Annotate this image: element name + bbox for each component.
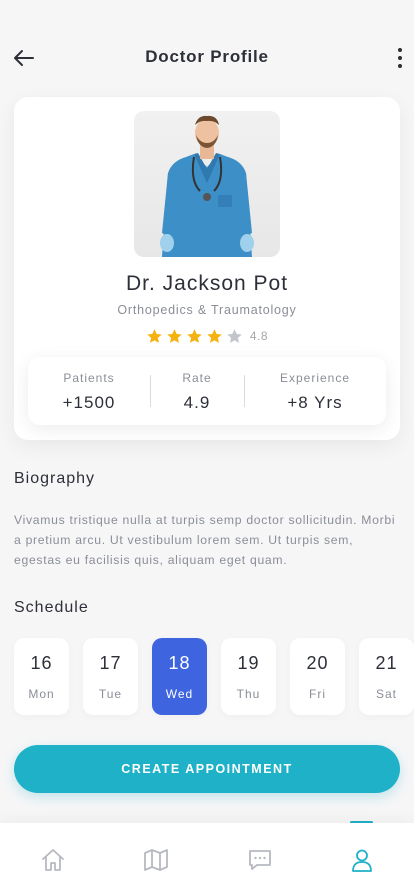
profile-card: Dr. Jackson Pot Orthopedics & Traumatolo… [14,97,400,440]
create-appointment-button[interactable]: CREATE APPOINTMENT [14,745,400,793]
day-name: Tue [98,687,123,701]
day-item[interactable]: 21 Sat [359,638,414,715]
star-filled-icon [167,328,182,343]
stat-value: +8 Yrs [287,393,343,412]
day-item[interactable]: 17 Tue [83,638,138,715]
schedule-title: Schedule [14,599,89,616]
stat-label: Rate [182,371,212,385]
rating-value: 4.8 [249,329,269,343]
stat-value: +1500 [62,393,116,412]
stat-label: Experience [279,371,351,385]
nav-messages[interactable] [208,823,312,896]
doctor-name: Dr. Jackson Pot [125,272,289,295]
doctor-specialty: Orthopedics & Traumatology [117,303,297,317]
star-filled-icon [147,328,162,343]
day-name: Thu [236,687,261,701]
schedule-days: 16 Mon 17 Tue 18 Wed 19 Thu 20 Fri 21 Sa… [14,638,414,715]
biography-text: Vivamus tristique nulla at turpis semp d… [14,513,396,567]
star-filled-icon [187,328,202,343]
home-icon [42,849,64,871]
day-number: 16 [30,653,53,673]
day-item[interactable]: 16 Mon [14,638,69,715]
nav-home[interactable] [1,823,105,896]
day-number: 19 [237,653,260,673]
day-item-selected[interactable]: 18 Wed [152,638,207,715]
day-number: 18 [168,653,191,673]
more-options-button[interactable] [392,44,408,72]
rating: 4.8 [14,327,400,345]
app-header: Doctor Profile [0,36,414,78]
nav-profile[interactable] [310,823,414,896]
day-name: Wed [165,687,194,701]
stat-value: 4.9 [183,393,211,412]
day-name: Mon [28,687,55,701]
chat-icon [249,850,271,870]
user-icon [352,849,372,872]
day-number: 20 [306,653,329,673]
stat-label: Patients [63,371,115,385]
bottom-nav [0,823,414,896]
day-number: 17 [99,653,122,673]
doctor-photo [134,111,280,257]
stat-rate: Rate 4.9 [150,357,244,425]
star-empty-icon [227,328,242,343]
star-filled-icon [207,328,222,343]
day-number: 21 [375,653,398,673]
stat-experience: Experience +8 Yrs [244,357,386,425]
day-name: Fri [309,687,326,701]
page-title: Doctor Profile [145,47,269,66]
stats-box: Patients +1500 Rate 4.9 Experience +8 Yr… [28,357,386,425]
day-item[interactable]: 20 Fri [290,638,345,715]
more-vertical-icon [398,48,402,68]
biography-title: Biography [14,470,96,487]
stat-patients: Patients +1500 [28,357,150,425]
map-icon [144,849,168,871]
nav-map[interactable] [104,823,208,896]
day-item[interactable]: 19 Thu [221,638,276,715]
day-name: Sat [375,687,397,701]
